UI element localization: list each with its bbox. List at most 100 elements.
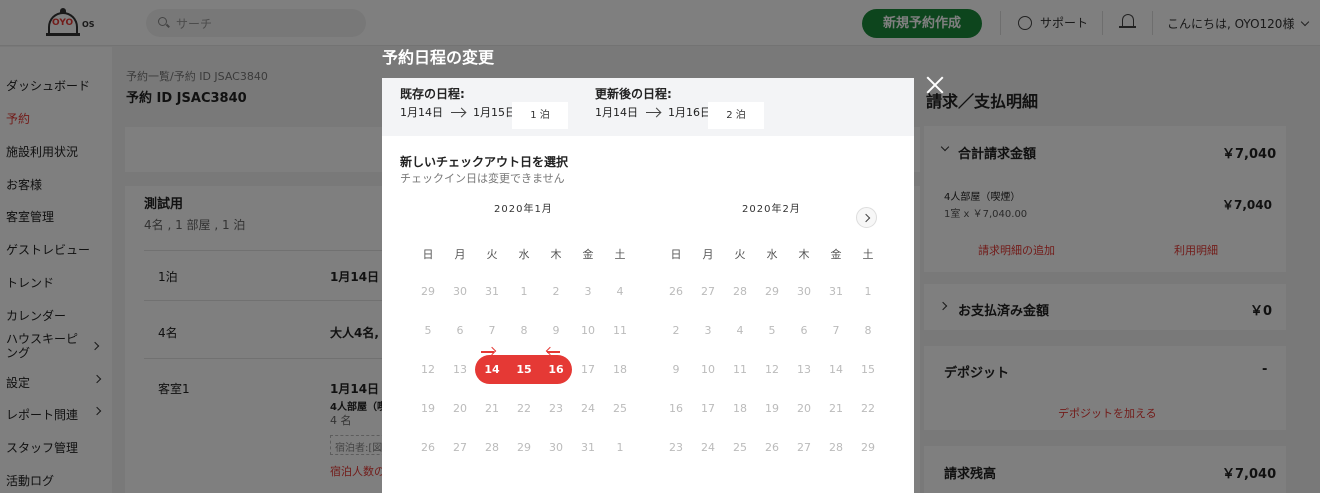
calendar-day[interactable]: 12: [416, 362, 440, 378]
calendar-day[interactable]: 12: [760, 362, 784, 378]
calendar-day[interactable]: 27: [792, 440, 816, 456]
arrow-right-icon: [646, 111, 660, 113]
calendar-day[interactable]: 13: [792, 362, 816, 378]
modal-title: 予約日程の変更: [382, 48, 495, 67]
close-icon[interactable]: [924, 74, 946, 96]
calendar-day[interactable]: 28: [728, 284, 752, 300]
calendar-day[interactable]: 17: [576, 362, 600, 378]
calendar-day[interactable]: 2: [544, 284, 568, 300]
calendar-day[interactable]: 21: [480, 401, 504, 417]
updated-to: 1月16日: [668, 106, 711, 119]
updated-nights: 2 泊: [708, 102, 764, 129]
calendar-day[interactable]: 31: [576, 440, 600, 456]
existing-nights: 1 泊: [512, 102, 568, 129]
calendar-day[interactable]: 11: [728, 362, 752, 378]
arrow-right-icon: [451, 111, 465, 113]
calendar-day[interactable]: 27: [696, 284, 720, 300]
calendar-day[interactable]: 1: [608, 440, 632, 456]
calendar-day[interactable]: 3: [576, 284, 600, 300]
weekday-label: 火: [486, 248, 498, 261]
calendar-day[interactable]: 31: [480, 284, 504, 300]
calendar-day[interactable]: 29: [416, 284, 440, 300]
calendar-day[interactable]: 8: [856, 323, 880, 339]
calendar-day[interactable]: 25: [728, 440, 752, 456]
reschedule-modal: 既存の日程: 1月14日 1月15日 1 泊 更新後の日程: 1月14日 1月16日…: [382, 78, 914, 493]
select-checkout-subtitle: チェックイン日は変更できません: [400, 172, 565, 185]
existing-to: 1月15日: [473, 106, 516, 119]
weekday-label: 木: [550, 248, 562, 261]
calendar-day[interactable]: 29: [760, 284, 784, 300]
calendar-day[interactable]: 22: [856, 401, 880, 417]
existing-dates-label: 既存の日程:: [400, 87, 465, 101]
calendar-day[interactable]: 4: [608, 284, 632, 300]
calendar-day[interactable]: 23: [664, 440, 688, 456]
calendar-day[interactable]: 25: [608, 401, 632, 417]
calendar-day-selected[interactable]: 15: [512, 362, 536, 378]
calendar-day-selected[interactable]: 14: [480, 362, 504, 378]
calendar-day[interactable]: 1: [856, 284, 880, 300]
calendar-day[interactable]: 24: [696, 440, 720, 456]
calendar-day[interactable]: 10: [576, 323, 600, 339]
updated-dates: 1月14日 1月16日: [595, 104, 711, 120]
select-checkout-title: 新しいチェックアウト日を選択: [400, 155, 569, 169]
calendar-day[interactable]: 20: [448, 401, 472, 417]
calendar-day[interactable]: 8: [512, 323, 536, 339]
updated-dates-label: 更新後の日程:: [595, 87, 672, 101]
calendar-day[interactable]: 20: [792, 401, 816, 417]
calendar-day[interactable]: 29: [856, 440, 880, 456]
weekday-label: 日: [670, 248, 682, 261]
date-summary: 既存の日程: 1月14日 1月15日 1 泊 更新後の日程: 1月14日 1月16日…: [382, 78, 914, 136]
calendar-day[interactable]: 26: [760, 440, 784, 456]
calendar-day[interactable]: 3: [696, 323, 720, 339]
calendar-day[interactable]: 27: [448, 440, 472, 456]
calendar-day[interactable]: 14: [824, 362, 848, 378]
calendar-day[interactable]: 1: [512, 284, 536, 300]
weekday-label: 金: [582, 248, 594, 261]
calendar-day[interactable]: 19: [760, 401, 784, 417]
next-month-button[interactable]: [856, 207, 877, 228]
calendar-day-selected[interactable]: 16: [544, 362, 568, 378]
calendar-day[interactable]: 18: [608, 362, 632, 378]
calendar-day[interactable]: 28: [480, 440, 504, 456]
weekday-label: 水: [518, 248, 530, 261]
calendar-day[interactable]: 21: [824, 401, 848, 417]
calendar-day[interactable]: 5: [416, 323, 440, 339]
calendar-day[interactable]: 11: [608, 323, 632, 339]
calendar-day[interactable]: 23: [544, 401, 568, 417]
calendar-day[interactable]: 9: [664, 362, 688, 378]
arrow-left-icon: [545, 346, 562, 357]
calendar-day[interactable]: 13: [448, 362, 472, 378]
existing-from: 1月14日: [400, 106, 443, 119]
calendar-day[interactable]: 15: [856, 362, 880, 378]
calendar-day[interactable]: 5: [760, 323, 784, 339]
calendar-day[interactable]: 10: [696, 362, 720, 378]
calendar-day[interactable]: 17: [696, 401, 720, 417]
arrow-right-icon: [480, 346, 497, 357]
calendar-day[interactable]: 30: [792, 284, 816, 300]
calendar-day[interactable]: 26: [664, 284, 688, 300]
calendar-day[interactable]: 2: [664, 323, 688, 339]
calendar-day[interactable]: 6: [792, 323, 816, 339]
calendar-day[interactable]: 7: [824, 323, 848, 339]
calendar-day[interactable]: 22: [512, 401, 536, 417]
existing-dates: 1月14日 1月15日: [400, 104, 516, 120]
weekday-label: 日: [422, 248, 434, 261]
calendar-day[interactable]: 16: [664, 401, 688, 417]
calendar-day[interactable]: 29: [512, 440, 536, 456]
calendar-day[interactable]: 9: [544, 323, 568, 339]
calendar-day[interactable]: 28: [824, 440, 848, 456]
calendar-day[interactable]: 6: [448, 323, 472, 339]
weekday-label: 火: [734, 248, 746, 261]
calendar-day[interactable]: 18: [728, 401, 752, 417]
calendar-day[interactable]: 24: [576, 401, 600, 417]
calendar-day[interactable]: 4: [728, 323, 752, 339]
calendar-day[interactable]: 30: [448, 284, 472, 300]
calendar-day[interactable]: 30: [544, 440, 568, 456]
month-title-january: 2020年1月: [494, 204, 553, 215]
month-title-february: 2020年2月: [742, 204, 801, 215]
calendar-day[interactable]: 7: [480, 323, 504, 339]
calendar-day[interactable]: 26: [416, 440, 440, 456]
calendar-day[interactable]: 31: [824, 284, 848, 300]
weekday-label: 土: [614, 248, 626, 261]
calendar-day[interactable]: 19: [416, 401, 440, 417]
